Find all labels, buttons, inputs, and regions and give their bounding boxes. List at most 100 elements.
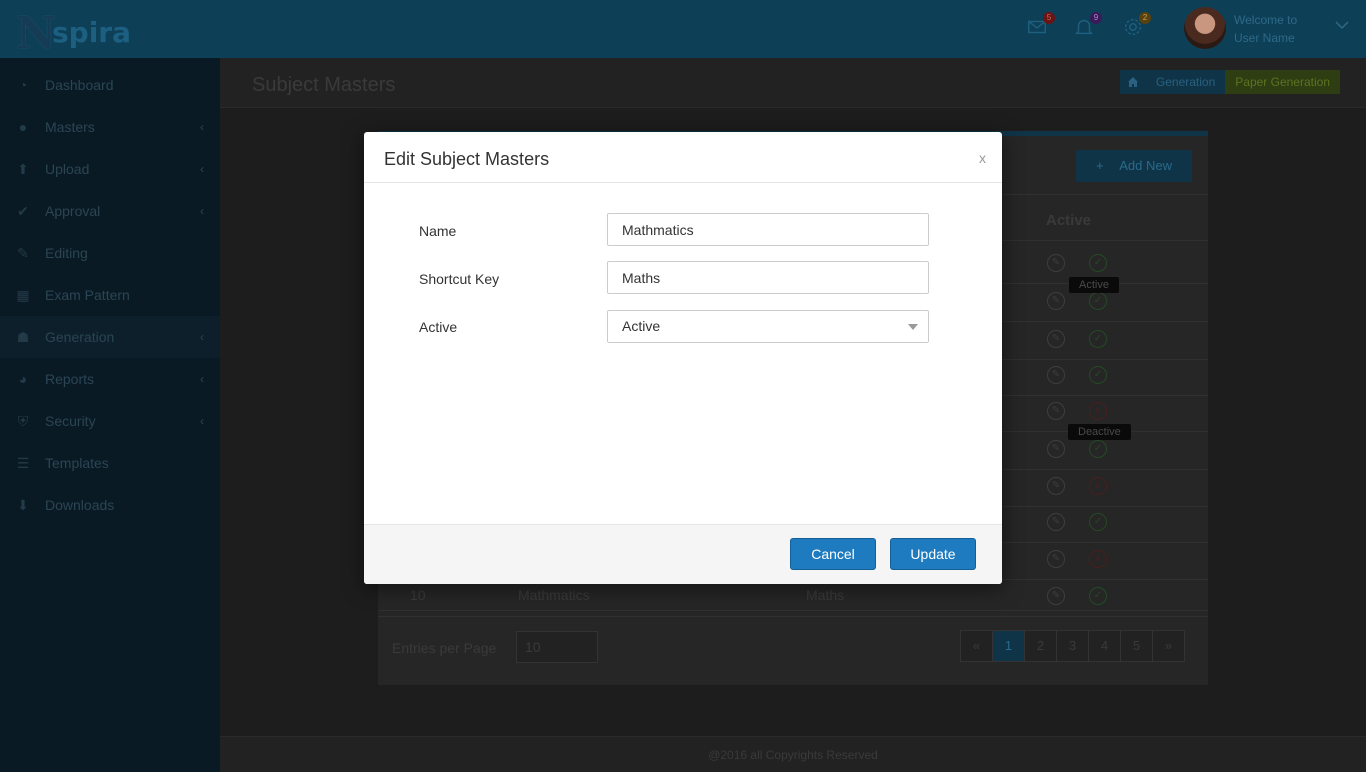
tooltip-active: Active bbox=[1069, 277, 1119, 293]
edit-icon[interactable]: ✎ bbox=[1047, 587, 1065, 605]
mail-badge: 5 bbox=[1043, 12, 1055, 24]
edit-icon[interactable]: ✎ bbox=[1047, 292, 1065, 310]
edit-icon[interactable]: ✎ bbox=[1047, 402, 1065, 420]
chevron-down-icon[interactable] bbox=[1334, 18, 1350, 34]
close-button[interactable]: x bbox=[979, 150, 986, 166]
sidebar-item-upload[interactable]: ⬆ Upload ‹ bbox=[0, 148, 220, 190]
breadcrumb: Generation Paper Generation bbox=[1119, 70, 1340, 94]
pagination-page-1[interactable]: 1 bbox=[992, 630, 1025, 662]
breadcrumb-home[interactable] bbox=[1119, 70, 1146, 94]
sidebar-item-label: Approval bbox=[45, 203, 101, 219]
app-logo[interactable]: N spira bbox=[16, 8, 131, 59]
plus-icon: + bbox=[1096, 158, 1104, 173]
welcome-text: Welcome to bbox=[1234, 13, 1298, 27]
sidebar-item-downloads[interactable]: ⬇ Downloads bbox=[0, 484, 220, 526]
user-name: User Name bbox=[1234, 31, 1295, 45]
caret-down-icon bbox=[908, 324, 918, 330]
active-label: Active bbox=[419, 319, 458, 335]
top-bar: N spira 5 9 2 Welcome to User Name bbox=[0, 0, 1366, 59]
pagination-page-3[interactable]: 3 bbox=[1056, 630, 1089, 662]
footer-copyright: @2016 all Copyrights Reserved bbox=[220, 736, 1366, 772]
page-header: Subject Masters Generation Paper Generat… bbox=[220, 58, 1366, 108]
edit-icon: ✎ bbox=[17, 244, 29, 261]
edit-icon[interactable]: ✎ bbox=[1047, 477, 1065, 495]
pagination-page-5[interactable]: 5 bbox=[1120, 630, 1153, 662]
chevron-left-icon: ‹ bbox=[200, 162, 204, 176]
sidebar-item-label: Reports bbox=[45, 371, 95, 387]
edit-subject-modal: Edit Subject Masters x Name Shortcut Key… bbox=[364, 132, 1002, 584]
pie-chart-icon: ◕ bbox=[18, 371, 28, 387]
chevron-left-icon: ‹ bbox=[200, 204, 204, 218]
active-column-header: Active bbox=[1046, 212, 1092, 229]
deactive-x-icon[interactable]: x bbox=[1089, 550, 1107, 568]
edit-icon[interactable]: ✎ bbox=[1047, 440, 1065, 458]
tooltip-deactive: Deactive bbox=[1068, 424, 1131, 440]
sidebar-item-label: Security bbox=[45, 413, 96, 429]
active-check-icon[interactable]: ✓ bbox=[1089, 292, 1107, 310]
active-select[interactable]: Active bbox=[607, 310, 929, 343]
settings-icon[interactable]: 2 bbox=[1121, 12, 1151, 40]
chevron-left-icon: ‹ bbox=[200, 414, 204, 428]
notification-icon[interactable]: 9 bbox=[1072, 12, 1102, 40]
sidebar-item-masters[interactable]: ● Masters ‹ bbox=[0, 106, 220, 148]
entries-per-page-select[interactable]: 10 bbox=[516, 631, 598, 663]
active-check-icon[interactable]: ✓ bbox=[1089, 330, 1107, 348]
sidebar: ◔ Dashboard ● Masters ‹ ⬆ Upload ‹ ✔ App… bbox=[0, 58, 220, 772]
pagination-page-2[interactable]: 2 bbox=[1024, 630, 1057, 662]
active-check-icon[interactable]: ✓ bbox=[1089, 513, 1107, 531]
row-10-number: 10 bbox=[410, 587, 426, 603]
sidebar-item-dashboard[interactable]: ◔ Dashboard bbox=[0, 64, 220, 106]
upload-icon: ⬆ bbox=[17, 160, 29, 177]
active-check-icon[interactable]: ✓ bbox=[1089, 440, 1107, 458]
check-icon: ✔ bbox=[17, 202, 29, 219]
edit-icon[interactable]: ✎ bbox=[1047, 366, 1065, 384]
sidebar-item-generation[interactable]: ☗ Generation ‹ bbox=[0, 316, 220, 358]
home-icon bbox=[1127, 77, 1138, 87]
sidebar-item-reports[interactable]: ◕ Reports ‹ bbox=[0, 358, 220, 400]
row-10-name: Mathmatics bbox=[518, 587, 590, 603]
pagination-page-4[interactable]: 4 bbox=[1088, 630, 1121, 662]
deactive-x-icon[interactable]: x bbox=[1089, 477, 1107, 495]
active-check-icon[interactable]: ✓ bbox=[1089, 587, 1107, 605]
active-select-value: Active bbox=[622, 318, 661, 334]
sidebar-item-label: Downloads bbox=[45, 497, 115, 513]
logo-mark: N bbox=[16, 8, 56, 59]
list-icon: ☰ bbox=[16, 454, 30, 471]
breadcrumb-paper-generation[interactable]: Paper Generation bbox=[1225, 70, 1340, 94]
sidebar-item-approval[interactable]: ✔ Approval ‹ bbox=[0, 190, 220, 232]
modal-title: Edit Subject Masters bbox=[384, 149, 550, 169]
shield-icon: ⛨ bbox=[17, 412, 29, 429]
sidebar-item-templates[interactable]: ☰ Templates bbox=[0, 442, 220, 484]
settings-badge: 2 bbox=[1139, 12, 1151, 24]
mail-icon[interactable]: 5 bbox=[1025, 12, 1055, 40]
notification-badge: 9 bbox=[1090, 12, 1102, 24]
sidebar-item-exam-pattern[interactable]: ▦ Exam Pattern bbox=[0, 274, 220, 316]
user-welcome[interactable]: Welcome to User Name bbox=[1234, 11, 1297, 47]
shortcut-key-input[interactable] bbox=[607, 261, 929, 294]
layout-icon: ▦ bbox=[16, 286, 30, 303]
edit-icon[interactable]: ✎ bbox=[1047, 254, 1065, 272]
page-title: Subject Masters bbox=[252, 74, 396, 96]
entries-per-page-label: Entries per Page bbox=[392, 640, 497, 656]
pagination: « 1 2 3 4 5 » bbox=[960, 630, 1185, 662]
chevron-left-icon: ‹ bbox=[200, 120, 204, 134]
group-icon: ☗ bbox=[16, 328, 30, 345]
add-new-button[interactable]: + Add New bbox=[1076, 150, 1192, 182]
edit-icon[interactable]: ✎ bbox=[1047, 513, 1065, 531]
sidebar-item-security[interactable]: ⛨ Security ‹ bbox=[0, 400, 220, 442]
breadcrumb-generation[interactable]: Generation bbox=[1145, 70, 1226, 94]
pagination-next[interactable]: » bbox=[1152, 630, 1185, 662]
edit-icon[interactable]: ✎ bbox=[1047, 330, 1065, 348]
edit-icon[interactable]: ✎ bbox=[1047, 550, 1065, 568]
update-button[interactable]: Update bbox=[890, 538, 976, 570]
pagination-prev[interactable]: « bbox=[960, 630, 993, 662]
deactive-x-icon[interactable]: x bbox=[1089, 402, 1107, 420]
cancel-button[interactable]: Cancel bbox=[790, 538, 876, 570]
active-check-icon[interactable]: ✓ bbox=[1089, 366, 1107, 384]
modal-footer: Cancel Update bbox=[364, 524, 1002, 584]
sidebar-item-editing[interactable]: ✎ Editing bbox=[0, 232, 220, 274]
avatar[interactable] bbox=[1184, 7, 1226, 49]
active-check-icon[interactable]: ✓ bbox=[1089, 254, 1107, 272]
sidebar-item-label: Dashboard bbox=[45, 77, 114, 93]
name-input[interactable] bbox=[607, 213, 929, 246]
